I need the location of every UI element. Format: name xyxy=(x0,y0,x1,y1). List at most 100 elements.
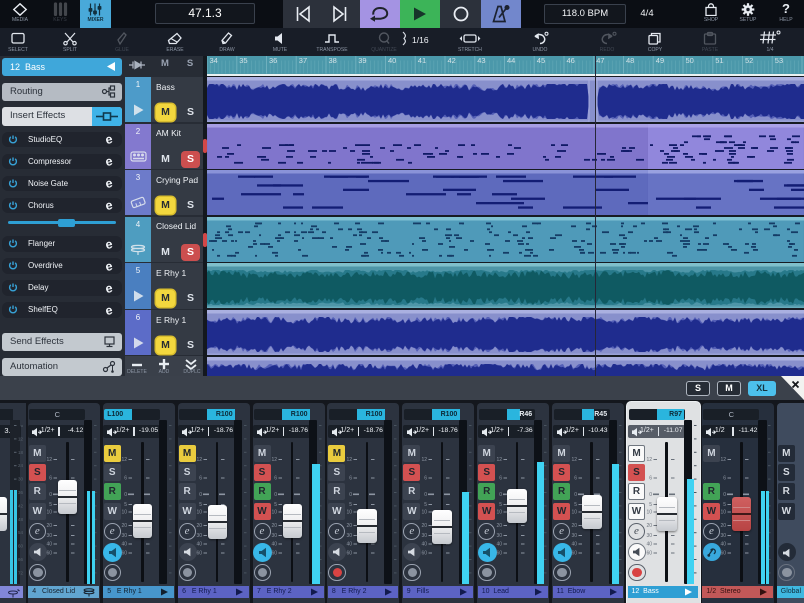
svg-text:0: 0 xyxy=(349,492,352,498)
svg-text:60: 60 xyxy=(346,551,352,557)
svg-text:6: 6 xyxy=(649,476,652,482)
svg-text:54: 54 xyxy=(17,530,23,535)
svg-text:43: 43 xyxy=(477,56,485,65)
svg-text:6: 6 xyxy=(20,425,23,428)
svg-text:10: 10 xyxy=(197,510,203,516)
svg-text:0: 0 xyxy=(50,492,53,498)
svg-text:30: 30 xyxy=(197,533,203,539)
svg-text:40: 40 xyxy=(346,542,352,548)
svg-text:0: 0 xyxy=(124,492,127,498)
svg-text:e: e xyxy=(104,133,114,146)
svg-text:60: 60 xyxy=(17,544,23,549)
svg-text:20: 20 xyxy=(271,523,277,529)
svg-text:53: 53 xyxy=(775,56,783,65)
svg-text:10: 10 xyxy=(421,510,427,516)
svg-text:10: 10 xyxy=(721,510,727,516)
svg-text:30: 30 xyxy=(122,533,128,539)
svg-text:38: 38 xyxy=(329,56,337,65)
svg-text:0: 0 xyxy=(274,492,277,498)
svg-text:40: 40 xyxy=(271,542,277,548)
svg-text:40: 40 xyxy=(122,542,128,548)
svg-text:12: 12 xyxy=(47,457,53,463)
svg-text:6: 6 xyxy=(574,476,577,482)
svg-text:34: 34 xyxy=(210,56,218,65)
svg-text:18: 18 xyxy=(17,450,23,455)
svg-text:10: 10 xyxy=(646,510,652,516)
svg-text:e: e xyxy=(104,304,114,317)
svg-text:44: 44 xyxy=(507,56,515,65)
svg-text:e: e xyxy=(104,238,114,251)
svg-text:51: 51 xyxy=(715,56,723,65)
svg-text:36: 36 xyxy=(269,56,277,65)
svg-text:12: 12 xyxy=(646,457,652,463)
svg-text:6: 6 xyxy=(349,476,352,482)
svg-text:30: 30 xyxy=(571,533,577,539)
svg-text:5: 5 xyxy=(499,502,502,508)
svg-text:45: 45 xyxy=(537,56,545,65)
svg-text:10: 10 xyxy=(47,510,53,516)
svg-text:6: 6 xyxy=(274,476,277,482)
svg-text:6: 6 xyxy=(499,476,502,482)
svg-text:60: 60 xyxy=(721,551,727,557)
svg-text:40: 40 xyxy=(197,542,203,548)
svg-text:42: 42 xyxy=(448,56,456,65)
svg-text:20: 20 xyxy=(47,523,53,529)
svg-text:60: 60 xyxy=(197,551,203,557)
svg-text:40: 40 xyxy=(571,542,577,548)
svg-text:66: 66 xyxy=(17,557,23,562)
svg-text:60: 60 xyxy=(122,551,128,557)
svg-text:20: 20 xyxy=(721,523,727,529)
svg-text:20: 20 xyxy=(646,523,652,529)
svg-text:30: 30 xyxy=(421,533,427,539)
svg-text:60: 60 xyxy=(271,551,277,557)
svg-text:6: 6 xyxy=(199,476,202,482)
svg-text:48: 48 xyxy=(17,517,23,522)
svg-text:20: 20 xyxy=(571,523,577,529)
svg-text:5: 5 xyxy=(199,502,202,508)
svg-text:40: 40 xyxy=(421,542,427,548)
svg-text:36: 36 xyxy=(17,490,23,495)
svg-text:40: 40 xyxy=(721,542,727,548)
svg-text:50: 50 xyxy=(686,56,694,65)
svg-text:60: 60 xyxy=(47,551,53,557)
svg-text:48: 48 xyxy=(626,56,634,65)
svg-text:10: 10 xyxy=(122,510,128,516)
svg-text:39: 39 xyxy=(358,56,366,65)
svg-text:10: 10 xyxy=(271,510,277,516)
svg-text:20: 20 xyxy=(421,523,427,529)
svg-text:40: 40 xyxy=(388,56,396,65)
svg-text:37: 37 xyxy=(299,56,307,65)
svg-text:40: 40 xyxy=(496,542,502,548)
svg-text:5: 5 xyxy=(274,502,277,508)
svg-text:12: 12 xyxy=(421,457,427,463)
svg-text:10: 10 xyxy=(496,510,502,516)
svg-text:0: 0 xyxy=(499,492,502,498)
svg-text:30: 30 xyxy=(496,533,502,539)
svg-text:0: 0 xyxy=(574,492,577,498)
svg-text:47: 47 xyxy=(596,56,604,65)
svg-text:30: 30 xyxy=(17,477,23,482)
svg-text:60: 60 xyxy=(571,551,577,557)
svg-text:5: 5 xyxy=(574,502,577,508)
svg-text:0: 0 xyxy=(424,492,427,498)
svg-text:5: 5 xyxy=(124,502,127,508)
svg-text:30: 30 xyxy=(271,533,277,539)
svg-text:12: 12 xyxy=(496,457,502,463)
svg-text:40: 40 xyxy=(646,542,652,548)
svg-text:12: 12 xyxy=(197,457,203,463)
svg-text:0: 0 xyxy=(199,492,202,498)
svg-text:41: 41 xyxy=(418,56,426,65)
svg-text:6: 6 xyxy=(424,476,427,482)
svg-text:20: 20 xyxy=(346,523,352,529)
svg-text:40: 40 xyxy=(47,542,53,548)
svg-text:6: 6 xyxy=(50,476,53,482)
svg-text:60: 60 xyxy=(646,551,652,557)
svg-text:12: 12 xyxy=(571,457,577,463)
svg-text:49: 49 xyxy=(656,56,664,65)
svg-text:52: 52 xyxy=(745,56,753,65)
svg-text:5: 5 xyxy=(649,502,652,508)
svg-text:60: 60 xyxy=(496,551,502,557)
svg-text:20: 20 xyxy=(496,523,502,529)
svg-text:5: 5 xyxy=(424,502,427,508)
svg-text:12: 12 xyxy=(271,457,277,463)
